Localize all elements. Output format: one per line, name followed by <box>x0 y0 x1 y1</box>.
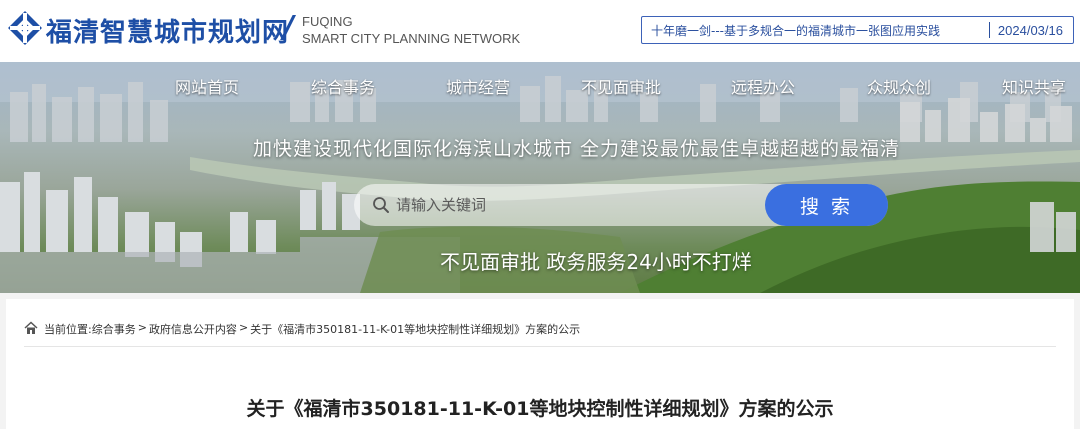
breadcrumb-separator: > <box>137 321 147 334</box>
breadcrumb-prefix: 当前位置: <box>44 323 92 336</box>
breadcrumb-separator: > <box>238 321 249 334</box>
article-title: 关于《福清市350181-11-K-01等地块控制性详细规划》方案的公示 <box>246 398 834 420</box>
breadcrumb: 当前位置: 综合事务 > 政府信息公开内容 > 关于《福清市350181-11-… <box>24 321 1056 347</box>
hero-banner: 网站首页 综合事务 城市经营 不见面审批 远程办公 众规众创 知识共享 加快建设… <box>0 62 1080 293</box>
search-button[interactable]: 搜 索 <box>765 184 888 226</box>
search-icon <box>373 197 389 213</box>
nav-item-knowledge-share[interactable]: 知识共享 <box>1002 74 1066 98</box>
main-nav: 网站首页 综合事务 城市经营 不见面审批 远程办公 众规众创 知识共享 <box>0 74 1080 100</box>
site-header: 福清智慧城市规划网 / FUQING SMART CITY PLANNING N… <box>0 0 1080 62</box>
nav-item-crowd-planning[interactable]: 众规众创 <box>867 74 931 98</box>
notice-text[interactable]: 十年磨一剑---基于多规合一的福清城市一张图应用实践 <box>642 22 981 39</box>
home-icon <box>24 321 38 334</box>
nav-item-remote-office[interactable]: 远程办公 <box>731 74 795 98</box>
title-slash: / <box>283 10 294 45</box>
site-title[interactable]: 福清智慧城市规划网 <box>46 12 289 49</box>
banner-slogan-top: 加快建设现代化国际化海滨山水城市 全力建设最优最佳卓越超越的最福清 <box>253 138 901 160</box>
notice-date: 2024/03/16 <box>997 22 1063 38</box>
banner-slogan-bottom: 不见面审批 政务服务24小时不打烊 <box>440 250 752 274</box>
search-bar: 搜 索 <box>354 184 888 226</box>
site-title-english: FUQING SMART CITY PLANNING NETWORK <box>302 13 520 47</box>
nav-item-city-operation[interactable]: 城市经营 <box>446 74 510 98</box>
breadcrumb-item-gov-info[interactable]: 政府信息公开内容 <box>149 321 237 337</box>
article-panel: 当前位置: 综合事务 > 政府信息公开内容 > 关于《福清市350181-11-… <box>6 299 1074 429</box>
site-title-english-line1: FUQING <box>302 14 353 29</box>
search-input[interactable] <box>396 190 756 220</box>
notice-divider <box>988 22 990 38</box>
main-content: 当前位置: 综合事务 > 政府信息公开内容 > 关于《福清市350181-11-… <box>0 293 1080 429</box>
site-logo-icon[interactable] <box>6 9 44 47</box>
breadcrumb-item-general-affairs[interactable]: 综合事务 <box>92 321 136 337</box>
site-title-english-line2: SMART CITY PLANNING NETWORK <box>302 31 521 46</box>
nav-item-general-affairs[interactable]: 综合事务 <box>311 74 375 98</box>
nav-item-remote-approval[interactable]: 不见面审批 <box>581 74 661 98</box>
header-notice[interactable]: 十年磨一剑---基于多规合一的福清城市一张图应用实践 2024/03/16 <box>641 16 1074 44</box>
nav-item-home[interactable]: 网站首页 <box>175 74 239 98</box>
breadcrumb-item-current[interactable]: 关于《福清市350181-11-K-01等地块控制性详细规划》方案的公示 <box>250 321 580 337</box>
